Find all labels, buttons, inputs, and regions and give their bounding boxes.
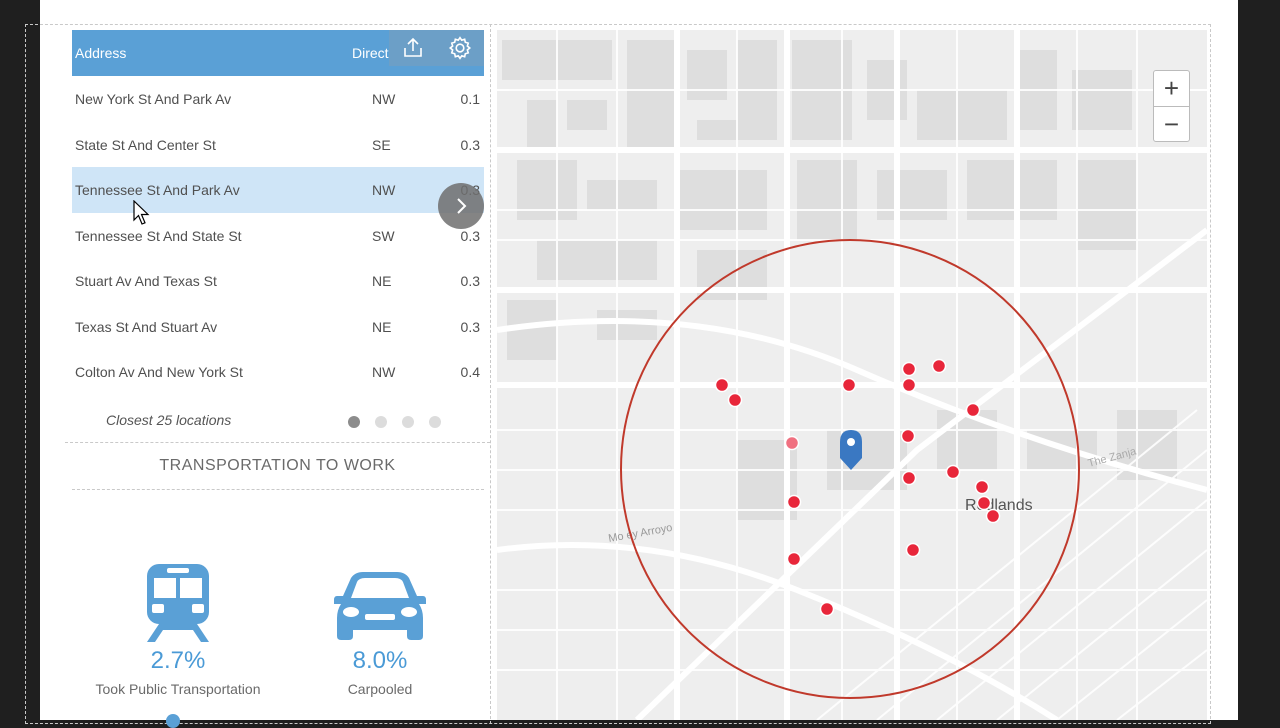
bus-stop-marker[interactable] bbox=[841, 377, 857, 393]
table-body: New York St And Park Av NW 0.1 State St … bbox=[72, 76, 484, 395]
bus-stop-marker[interactable] bbox=[819, 601, 835, 617]
chevron-right-icon bbox=[457, 198, 467, 214]
closest-locations-label: Closest 25 locations bbox=[106, 412, 232, 428]
map-label-city: Redlands bbox=[965, 497, 1033, 514]
basemap: Redlands Mo ey Arroyo The Zanja bbox=[497, 30, 1207, 720]
cell-distance: 0.1 bbox=[460, 91, 480, 107]
divider bbox=[65, 442, 490, 443]
bus-stop-marker[interactable] bbox=[976, 495, 992, 511]
transportation-title: TRANSPORTATION TO WORK bbox=[159, 457, 396, 474]
pager-dot[interactable] bbox=[402, 416, 414, 428]
bus-stop-marker[interactable] bbox=[714, 377, 730, 393]
cell-direction: NE bbox=[372, 273, 392, 289]
public-transport-stat: 2.7% Took Public Transportation bbox=[88, 562, 268, 697]
cell-direction: SE bbox=[372, 136, 391, 153]
window-edge bbox=[1238, 0, 1280, 720]
divider bbox=[72, 489, 484, 490]
table-row[interactable]: Stuart Av And Texas St NE 0.3 bbox=[72, 258, 484, 304]
cell-address: Texas St And Stuart Av bbox=[75, 318, 218, 335]
bus-stop-marker[interactable] bbox=[901, 361, 917, 377]
pager-dot[interactable] bbox=[348, 416, 360, 428]
train-icon bbox=[147, 564, 209, 642]
bus-stop-marker[interactable] bbox=[945, 464, 961, 480]
cell-distance: 0.4 bbox=[460, 364, 480, 380]
cell-distance: 0.3 bbox=[460, 227, 480, 244]
table-row[interactable]: New York St And Park Av NW 0.1 bbox=[72, 76, 484, 122]
car-icon bbox=[334, 572, 426, 640]
table-row[interactable]: State St And Center St SE 0.3 bbox=[72, 122, 484, 168]
carpooled-label: Carpooled bbox=[347, 681, 413, 697]
cell-direction: SW bbox=[372, 227, 395, 244]
cell-direction: NW bbox=[372, 182, 396, 198]
carpooled-stat: 8.0% Carpooled bbox=[310, 570, 450, 697]
cell-address: Stuart Av And Texas St bbox=[75, 273, 217, 289]
bus-stop-marker[interactable] bbox=[786, 494, 802, 510]
next-stat-icon-partial bbox=[166, 714, 180, 728]
carpooled-value: 8.0% bbox=[352, 647, 408, 674]
cell-address: State St And Center St bbox=[75, 136, 216, 153]
zoom-control: + − bbox=[1153, 70, 1190, 142]
share-icon bbox=[403, 37, 422, 57]
zoom-in-button[interactable]: + bbox=[1154, 71, 1189, 106]
cell-direction: NE bbox=[372, 318, 392, 335]
cell-address: Tennessee St And State St bbox=[75, 227, 242, 244]
bus-stop-marker[interactable] bbox=[901, 470, 917, 486]
bus-stop-marker[interactable] bbox=[900, 428, 916, 444]
cell-distance: 0.3 bbox=[460, 318, 480, 335]
zoom-out-button[interactable]: − bbox=[1154, 106, 1189, 142]
bus-stop-marker[interactable] bbox=[905, 542, 921, 558]
bus-stop-marker[interactable] bbox=[901, 377, 917, 393]
cell-direction: NW bbox=[372, 364, 396, 380]
bus-stop-marker[interactable] bbox=[727, 392, 743, 408]
cell-address: New York St And Park Av bbox=[75, 91, 232, 107]
table-toolbar bbox=[389, 30, 484, 66]
cell-distance: 0.3 bbox=[460, 136, 480, 153]
bus-stop-marker[interactable] bbox=[965, 402, 981, 418]
header-address[interactable]: Address bbox=[75, 45, 126, 61]
cell-address: Tennessee St And Park Av bbox=[75, 182, 240, 198]
header-direction[interactable]: Direct bbox=[352, 45, 389, 61]
bus-stop-marker[interactable] bbox=[931, 358, 947, 374]
gear-icon bbox=[449, 36, 472, 60]
bus-stop-marker[interactable] bbox=[974, 479, 990, 495]
settings-button[interactable] bbox=[443, 31, 477, 65]
share-button[interactable] bbox=[396, 31, 430, 65]
table-header: Address Direct Di bbox=[72, 30, 484, 76]
pager-dot[interactable] bbox=[375, 416, 387, 428]
bus-stop-marker[interactable] bbox=[786, 551, 802, 567]
table-row[interactable]: Colton Av And New York St NW 0.4 bbox=[72, 349, 484, 395]
bus-stop-marker[interactable] bbox=[985, 508, 1001, 524]
cell-distance: 0.3 bbox=[460, 273, 480, 289]
public-transport-value: 2.7% bbox=[150, 647, 206, 674]
table-row[interactable]: Texas St And Stuart Av NE 0.3 bbox=[72, 304, 484, 350]
map-view[interactable]: Redlands Mo ey Arroyo The Zanja bbox=[497, 30, 1207, 720]
cell-direction: NW bbox=[372, 91, 396, 107]
pager-dot[interactable] bbox=[429, 416, 441, 428]
table-pager bbox=[348, 416, 441, 428]
public-transport-label: Took Public Transportation bbox=[95, 681, 261, 697]
next-page-button[interactable] bbox=[438, 183, 484, 229]
mouse-cursor-icon bbox=[133, 200, 150, 225]
bus-stop-marker[interactable] bbox=[784, 435, 800, 451]
cell-address: Colton Av And New York St bbox=[75, 364, 243, 380]
